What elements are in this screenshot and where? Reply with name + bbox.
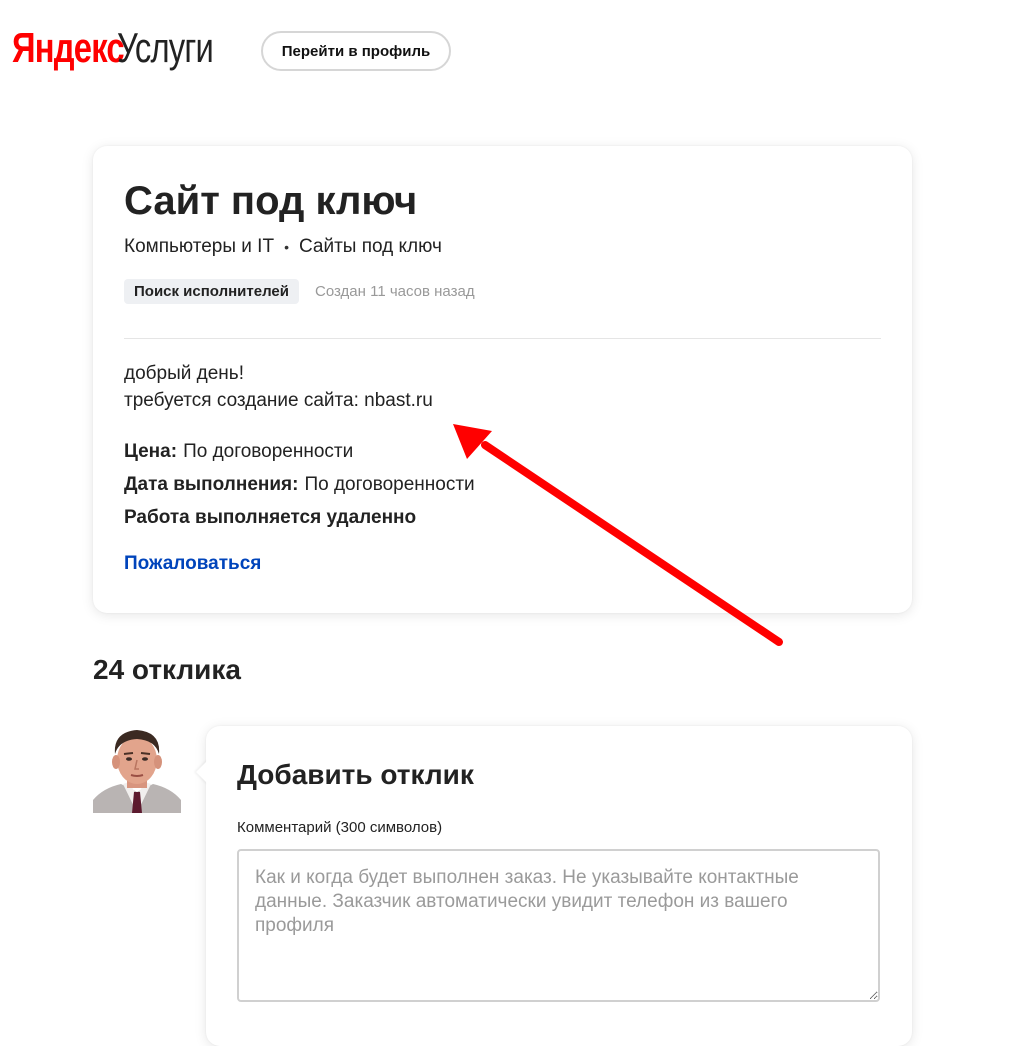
yandex-services-logo[interactable]: ЯндексУслуги: [12, 22, 241, 74]
go-to-profile-button[interactable]: Перейти в профиль: [261, 31, 451, 71]
remote-work-note: Работа выполняется удаленно: [124, 507, 417, 528]
avatar-photo-icon: [93, 726, 181, 813]
complain-link[interactable]: Пожаловаться: [124, 553, 261, 575]
logo-product: Услуги: [117, 24, 214, 71]
price-row: Цена: По договоренности: [124, 435, 475, 468]
description-line: требуется создание сайта: nbast.ru: [124, 390, 433, 411]
order-card: Сайт под ключ Компьютеры и IT • Сайты по…: [93, 146, 912, 613]
date-row: Дата выполнения: По договоренности: [124, 468, 475, 501]
status-badge: Поиск исполнителей: [124, 279, 299, 304]
add-response-card: Добавить отклик Комментарий (300 символо…: [206, 726, 912, 1046]
breadcrumb-subcategory[interactable]: Сайты под ключ: [299, 236, 442, 258]
order-description: добрый день! требуется создание сайта: n…: [124, 360, 433, 414]
order-title: Сайт под ключ: [124, 179, 418, 223]
order-details: Цена: По договоренности Дата выполнения: П…: [124, 435, 475, 534]
page-header: ЯндексУслуги Перейти в профиль: [0, 0, 1009, 100]
date-value: По договоренности: [304, 474, 475, 495]
user-avatar[interactable]: [93, 726, 181, 813]
comment-textarea[interactable]: [237, 849, 880, 1002]
created-time: Создан 11 часов назад: [315, 283, 475, 300]
breadcrumb-category[interactable]: Компьютеры и IT: [124, 236, 274, 258]
divider: [124, 338, 881, 339]
date-label: Дата выполнения:: [124, 474, 299, 495]
order-status-row: Поиск исполнителей Создан 11 часов назад: [124, 279, 475, 304]
description-line: добрый день!: [124, 363, 244, 384]
price-value: По договоренности: [183, 441, 354, 462]
price-label: Цена:: [124, 441, 178, 462]
logo-brand: Яндекс: [12, 24, 125, 71]
comment-label: Комментарий (300 символов): [237, 819, 443, 836]
add-response-title: Добавить отклик: [237, 759, 474, 790]
order-breadcrumb: Компьютеры и IT • Сайты под ключ: [124, 236, 442, 258]
responses-count-heading: 24 отклика: [93, 654, 241, 685]
breadcrumb-separator: •: [284, 239, 289, 255]
